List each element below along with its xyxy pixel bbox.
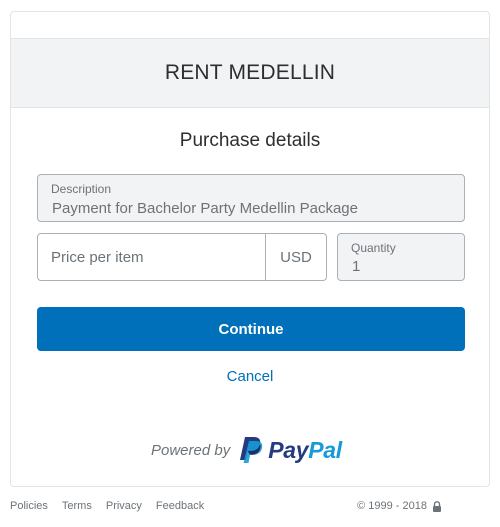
price-input[interactable] (38, 234, 265, 280)
quantity-value: 1 (352, 258, 361, 275)
paypal-logo: PayPal (238, 435, 342, 465)
lock-icon (432, 500, 442, 512)
powered-by-paypal: Powered by PayPal (151, 432, 342, 468)
footer-link-feedback[interactable]: Feedback (156, 500, 204, 512)
footer-link-privacy[interactable]: Privacy (106, 500, 142, 512)
merchant-header: RENT MEDELLIN (11, 38, 489, 108)
footer-links: Policies Terms Privacy Feedback (10, 500, 218, 512)
description-field: Description Payment for Bachelor Party M… (37, 174, 465, 222)
paypal-logo-icon (240, 437, 263, 463)
currency-label: USD (265, 234, 326, 280)
continue-button[interactable]: Continue (37, 307, 465, 351)
description-label: Description (51, 182, 112, 196)
merchant-name: RENT MEDELLIN (164, 61, 336, 84)
quantity-field: Quantity 1 (337, 233, 465, 281)
section-title: Purchase details (179, 130, 321, 151)
quantity-label: Quantity (351, 241, 396, 255)
price-field[interactable]: USD (37, 233, 327, 281)
paypal-wordmark-pal: Pal (308, 436, 342, 463)
footer-link-terms[interactable]: Terms (62, 500, 92, 512)
cancel-link[interactable]: Cancel (11, 368, 489, 385)
description-value: Payment for Bachelor Party Medellin Pack… (52, 200, 358, 217)
footer-copyright: © 1999 - 2018 (357, 500, 442, 512)
copyright-text: © 1999 - 2018 (357, 500, 427, 512)
footer-link-policies[interactable]: Policies (10, 500, 48, 512)
paypal-wordmark: PayPal (268, 437, 342, 464)
powered-by-text: Powered by (151, 441, 231, 459)
footer: Policies Terms Privacy Feedback © 1999 -… (10, 500, 490, 516)
checkout-card: RENT MEDELLIN Purchase details Descripti… (10, 11, 490, 487)
paypal-wordmark-pay: Pay (268, 436, 309, 463)
